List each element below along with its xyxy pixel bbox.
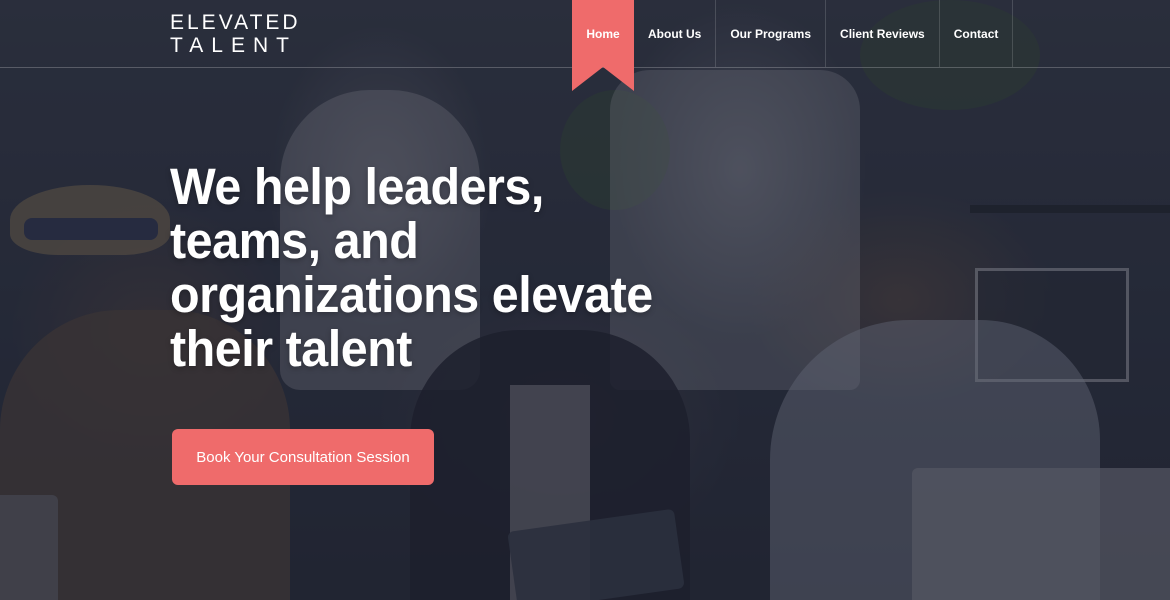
nav-item-our-programs[interactable]: Our Programs — [716, 0, 827, 67]
nav-item-label: Home — [586, 26, 620, 41]
hero-headline: We help leaders, teams, and organization… — [170, 158, 653, 377]
nav-item-label: Contact — [953, 26, 999, 41]
main-nav: Home About Us Our Programs Client Review… — [572, 0, 1014, 91]
book-consultation-button[interactable]: Book Your Consultation Session — [172, 429, 434, 485]
site-logo[interactable]: ELEVATED TALENT — [170, 12, 301, 56]
hero-section: ELEVATED TALENT Home About Us Our Progra… — [0, 0, 1170, 600]
nav-item-label: Our Programs — [730, 26, 812, 41]
nav-item-about-us[interactable]: About Us — [634, 0, 717, 67]
nav-item-label: About Us — [648, 26, 702, 41]
nav-item-contact[interactable]: Contact — [940, 0, 1014, 67]
logo-line-1: ELEVATED — [170, 11, 301, 34]
logo-line-2: TALENT — [170, 34, 297, 57]
nav-item-home[interactable]: Home — [572, 0, 634, 91]
nav-item-label: Client Reviews — [840, 26, 925, 41]
site-header: ELEVATED TALENT Home About Us Our Progra… — [0, 0, 1170, 91]
nav-item-client-reviews[interactable]: Client Reviews — [826, 0, 940, 67]
